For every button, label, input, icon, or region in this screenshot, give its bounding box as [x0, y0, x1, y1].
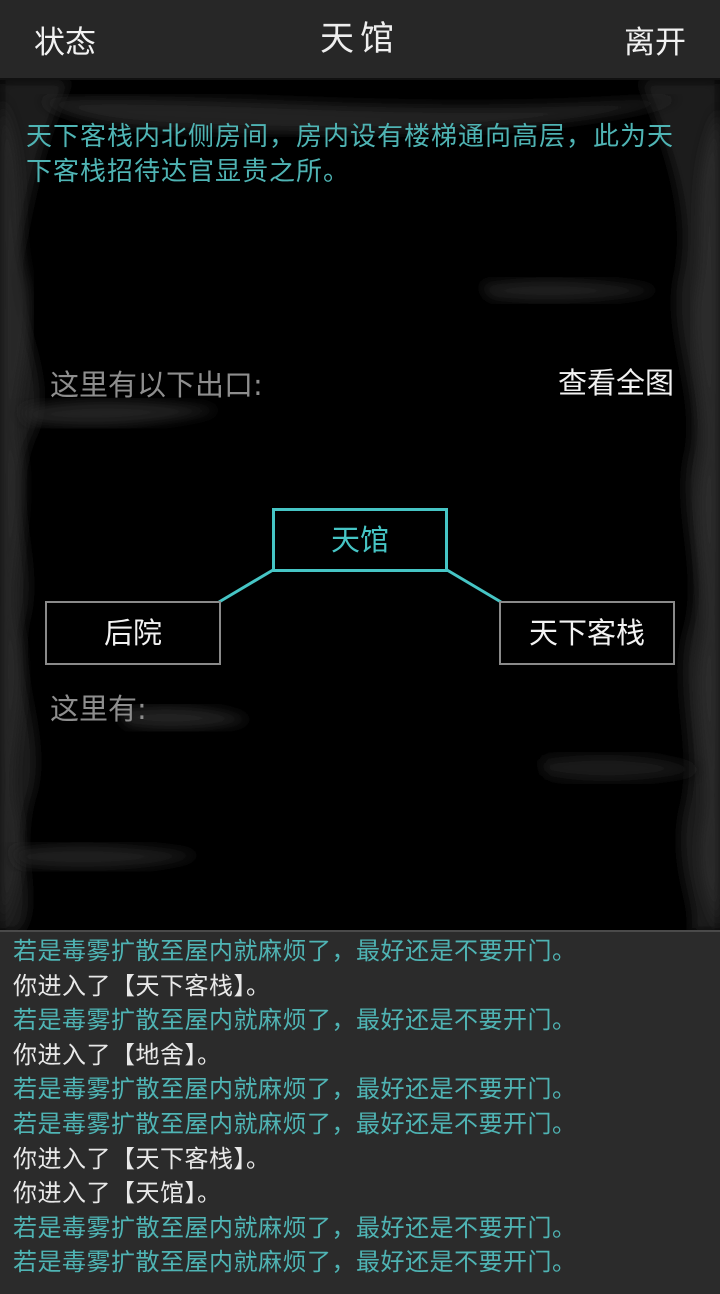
game-screen: 状态 天馆 离开 天下客栈内北侧房间，房内设有楼梯通向高层，此为天下客栈招待达官…: [0, 0, 720, 1294]
view-full-map-button[interactable]: 查看全图: [558, 360, 674, 402]
ink-wash-background: [0, 80, 720, 932]
room-description: 天下客栈内北侧房间，房内设有楼梯通向高层，此为天下客栈招待达官显贵之所。: [26, 122, 675, 187]
log-line: 你进入了【天下客栈】。: [13, 971, 271, 1000]
log-line: 你进入了【天下客栈】。: [13, 1144, 271, 1173]
exits-label: 这里有以下出口:: [50, 368, 263, 402]
leave-button[interactable]: 离开: [624, 20, 686, 66]
log-line: 若是毒雾扩散至屋内就麻烦了，最好还是不要开门。: [13, 1213, 577, 1242]
map-room-west-exit[interactable]: 后院: [45, 601, 221, 665]
message-log[interactable]: 若是毒雾扩散至屋内就麻烦了，最好还是不要开门。 你进入了【天下客栈】。 若是毒雾…: [0, 930, 720, 1294]
here-label: 这里有:: [50, 692, 147, 726]
log-line: 你进入了【天馆】。: [13, 1179, 222, 1208]
log-line: 你进入了【地舍】。: [13, 1040, 222, 1069]
top-bar: 状态 天馆 离开: [0, 0, 720, 80]
log-line: 若是毒雾扩散至屋内就麻烦了，最好还是不要开门。: [13, 1109, 577, 1138]
map-room-east-exit[interactable]: 天下客栈: [499, 601, 675, 665]
log-line: 若是毒雾扩散至屋内就麻烦了，最好还是不要开门。: [13, 1075, 577, 1104]
log-line: 若是毒雾扩散至屋内就麻烦了，最好还是不要开门。: [13, 1006, 577, 1035]
map-room-current[interactable]: 天馆: [272, 508, 448, 572]
log-line: 若是毒雾扩散至屋内就麻烦了，最好还是不要开门。: [13, 1248, 577, 1277]
room-title: 天馆: [320, 19, 400, 59]
log-line: 若是毒雾扩散至屋内就麻烦了，最好还是不要开门。: [13, 937, 577, 965]
